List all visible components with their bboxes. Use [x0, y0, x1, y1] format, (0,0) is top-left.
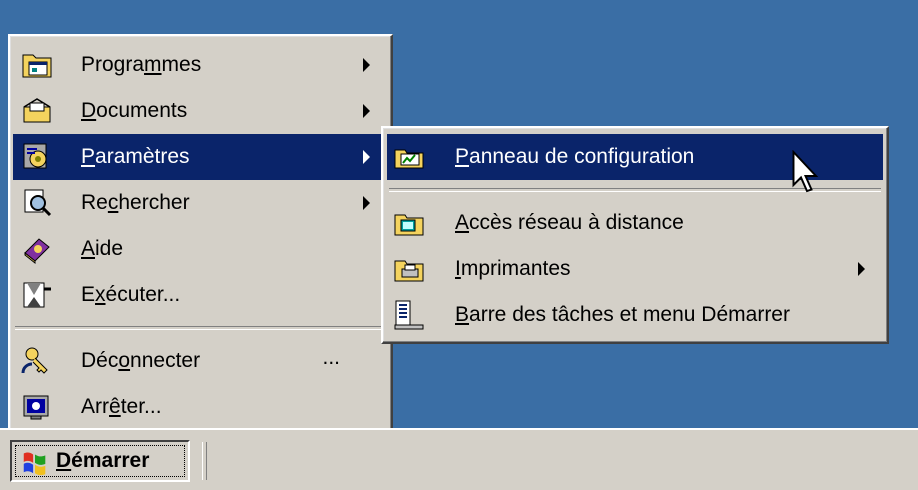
menu-item-label: Documents [81, 99, 188, 122]
taskbar: Démarrer [0, 428, 918, 490]
menu-item-arreter[interactable]: Arrêter... [13, 384, 388, 430]
shutdown-icon [17, 387, 57, 427]
submenu-item-barre-des-taches[interactable]: Barre des tâches et menu Démarrer [387, 292, 883, 338]
submenu-item-label: Imprimantes [455, 257, 571, 280]
menu-item-ellipsis: ... [322, 346, 340, 369]
menu-item-executer[interactable]: Exécuter... [13, 272, 388, 318]
printers-folder-icon [389, 249, 429, 289]
submenu-arrow-icon [363, 104, 370, 118]
menu-item-deconnecter[interactable]: Déconnecter ... [13, 338, 388, 384]
dialup-network-icon [389, 203, 429, 243]
windows-logo-icon [18, 444, 52, 478]
mouse-cursor-icon [792, 150, 819, 193]
menu-item-label: Arrêter... [81, 395, 162, 418]
help-book-icon [17, 229, 57, 269]
start-menu: Programmes Documents Paramètres Recherch… [8, 34, 393, 434]
submenu-item-imprimantes[interactable]: Imprimantes [387, 246, 883, 292]
menu-item-label: Exécuter... [81, 283, 181, 306]
menu-item-label: Paramètres [81, 145, 190, 168]
search-icon [17, 183, 57, 223]
submenu-item-label: Panneau de configuration [455, 145, 695, 168]
menu-item-label: Programmes [81, 53, 202, 76]
menu-item-rechercher[interactable]: Rechercher [13, 180, 388, 226]
submenu-arrow-icon [858, 262, 865, 276]
menu-item-label: Déconnecter [81, 349, 201, 372]
taskbar-icon [389, 295, 429, 335]
submenu-item-label: Accès réseau à distance [455, 211, 684, 234]
menu-item-aide[interactable]: Aide [13, 226, 388, 272]
submenu-arrow-icon [363, 58, 370, 72]
control-panel-icon [389, 137, 429, 177]
menu-item-parametres[interactable]: Paramètres [13, 134, 388, 180]
start-button[interactable]: Démarrer [10, 440, 190, 482]
logoff-key-icon [17, 341, 57, 381]
submenu-arrow-icon [363, 196, 370, 210]
menu-separator [15, 326, 386, 330]
settings-icon [17, 137, 57, 177]
menu-item-documents[interactable]: Documents [13, 88, 388, 134]
submenu-item-label: Barre des tâches et menu Démarrer [455, 303, 790, 326]
documents-folder-icon [17, 91, 57, 131]
submenu-item-acces-reseau[interactable]: Accès réseau à distance [387, 200, 883, 246]
start-button-label: Démarrer [56, 449, 150, 472]
menu-item-programmes[interactable]: Programmes [13, 42, 388, 88]
quick-launch-grip[interactable] [202, 442, 207, 480]
programs-folder-icon [17, 45, 57, 85]
submenu-arrow-icon [363, 150, 370, 164]
run-icon [17, 275, 57, 315]
menu-item-label: Aide [81, 237, 124, 260]
menu-item-label: Rechercher [81, 191, 190, 214]
